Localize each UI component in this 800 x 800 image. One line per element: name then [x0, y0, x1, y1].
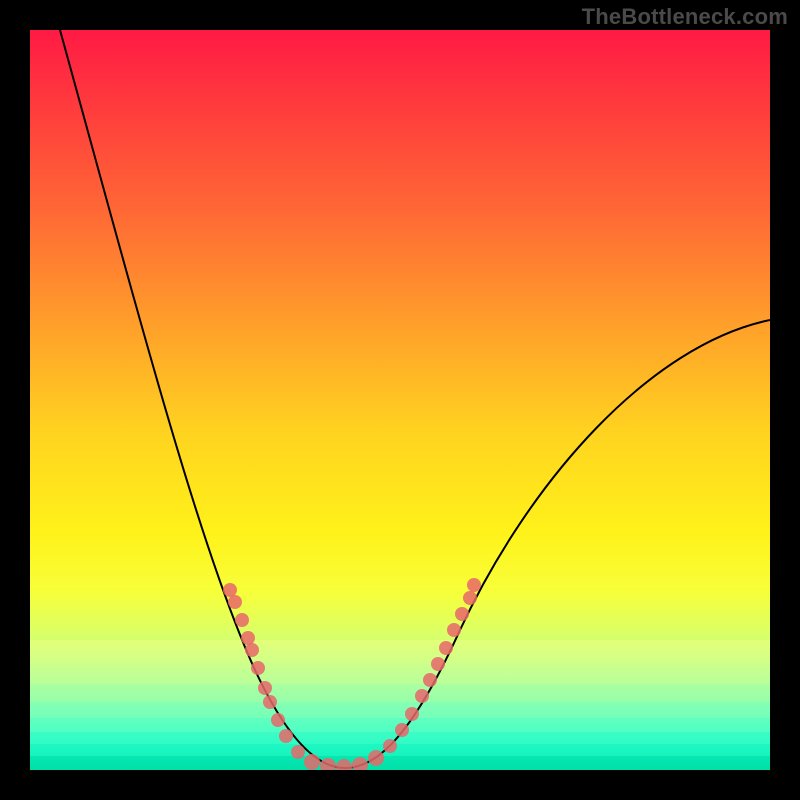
- chart-background-gradient: [30, 30, 770, 770]
- watermark-text: TheBottleneck.com: [582, 4, 788, 30]
- chart-frame: [30, 30, 770, 770]
